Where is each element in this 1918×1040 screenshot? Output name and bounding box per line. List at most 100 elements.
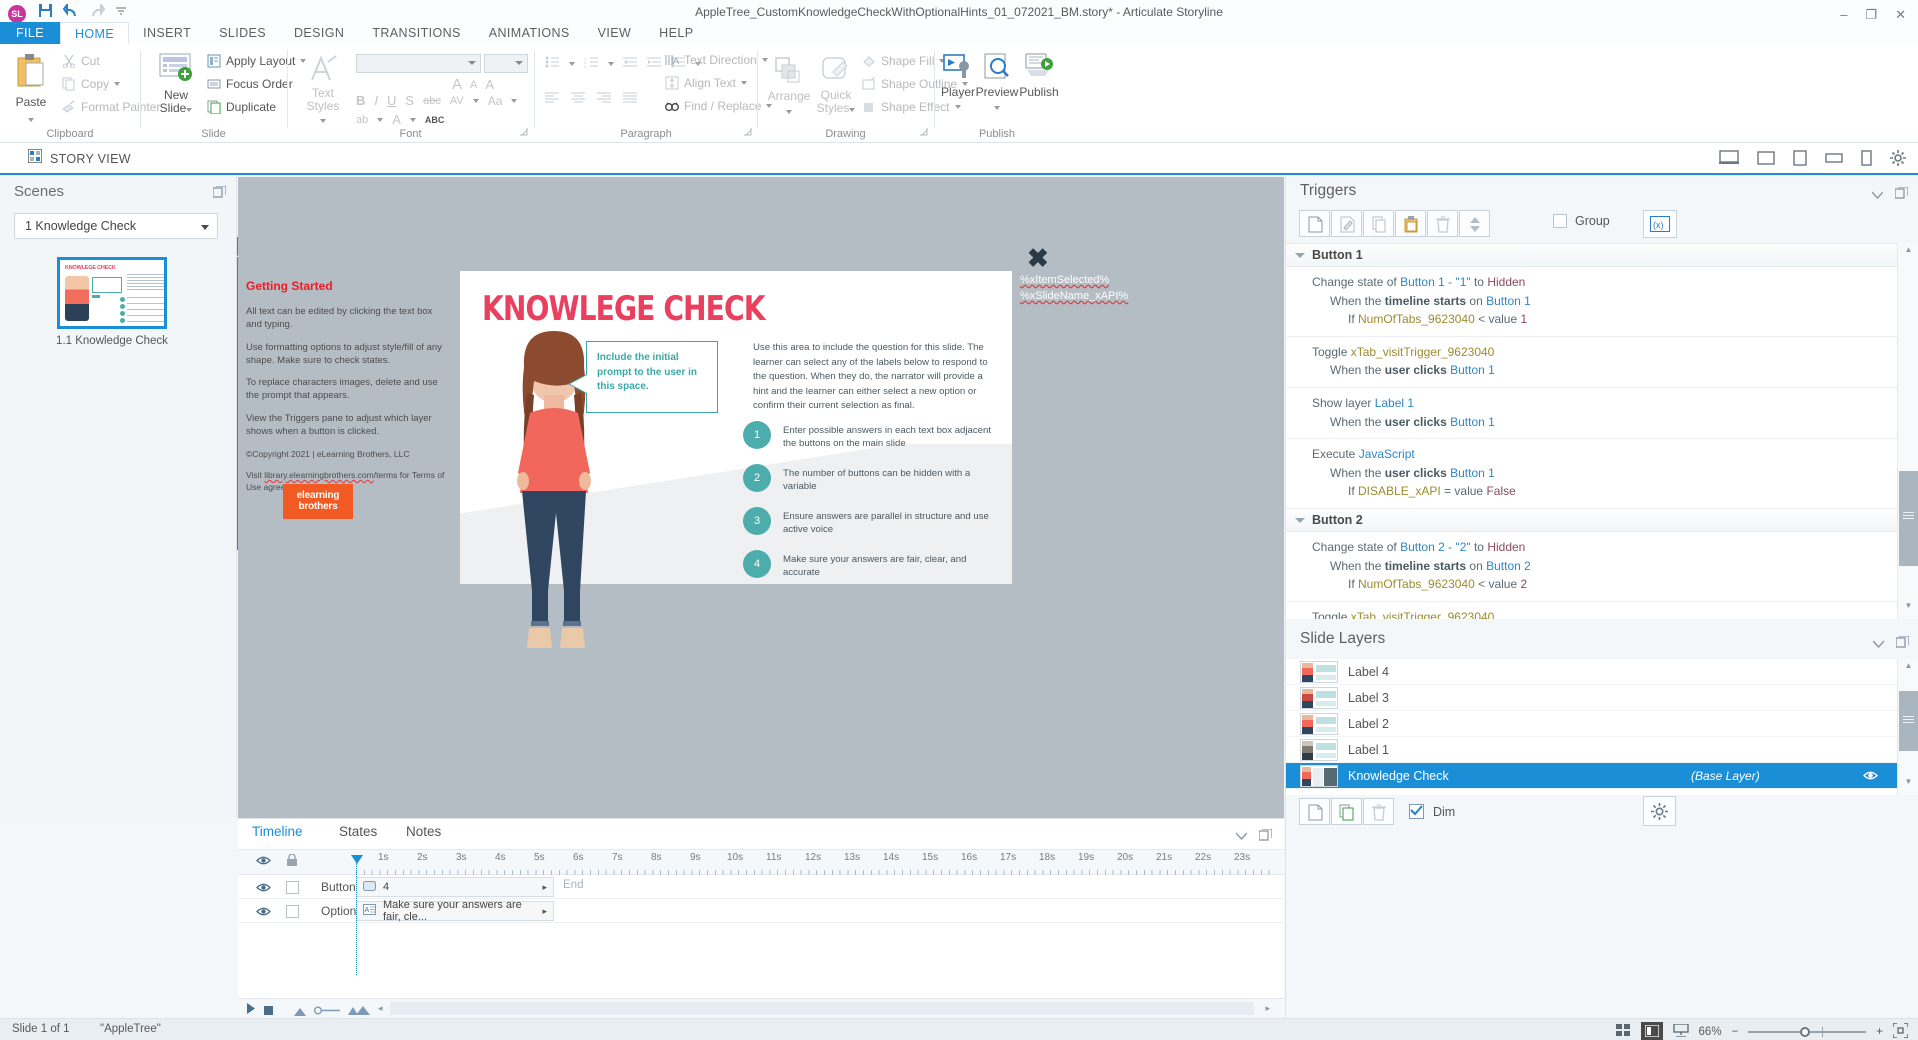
play-icon[interactable] bbox=[246, 1003, 256, 1017]
triggers-collapse-icon[interactable] bbox=[1872, 188, 1883, 202]
row-lock-checkbox[interactable] bbox=[286, 905, 299, 918]
timeline-zoom-slider[interactable] bbox=[314, 1004, 340, 1018]
step-item[interactable]: 3 Ensure answers are parallel in structu… bbox=[743, 507, 995, 537]
trigger-group-header[interactable]: Button 1 bbox=[1286, 244, 1898, 267]
change-case-button[interactable]: Aa bbox=[488, 94, 503, 108]
preview-dropdown-icon[interactable] bbox=[994, 106, 1000, 110]
color-dropdown-icon[interactable] bbox=[410, 118, 416, 122]
delete-trigger-button[interactable] bbox=[1427, 210, 1458, 237]
font-name-dropdown-icon[interactable] bbox=[468, 61, 476, 65]
layer-row[interactable]: Label 1 bbox=[1286, 737, 1898, 763]
scene-dropdown-chevron-icon[interactable] bbox=[201, 225, 209, 230]
decrease-indent-icon[interactable] bbox=[623, 56, 638, 71]
tablet-portrait-icon[interactable] bbox=[1793, 150, 1807, 169]
timeline-row[interactable]: Button 4 4 ▸ End bbox=[238, 875, 1284, 899]
zoom-slider[interactable] bbox=[1748, 1025, 1866, 1039]
bar-expand-icon[interactable]: ▸ bbox=[542, 882, 547, 893]
shadow-button[interactable]: S bbox=[405, 93, 414, 108]
layer-row-selected[interactable]: Knowledge Check (Base Layer) bbox=[1286, 763, 1898, 789]
normal-view-icon[interactable] bbox=[1641, 1022, 1663, 1040]
trigger-row[interactable]: Toggle xTab_visitTrigger_9623040 When th… bbox=[1286, 337, 1898, 388]
layers-scroll-up-icon[interactable]: ▲ bbox=[1900, 661, 1917, 677]
timeline-dock-icon[interactable] bbox=[1259, 829, 1272, 844]
numbering-icon[interactable]: 123 bbox=[584, 56, 599, 71]
timeline-hscrollbar[interactable] bbox=[390, 1002, 1254, 1015]
increase-indent-icon[interactable] bbox=[647, 56, 662, 71]
layer-row[interactable]: Label 4 bbox=[1286, 659, 1898, 685]
align-right-icon[interactable] bbox=[597, 92, 612, 107]
question-text[interactable]: Use this area to include the question fo… bbox=[753, 341, 995, 414]
paste-dropdown-icon[interactable] bbox=[28, 118, 34, 122]
trigger-row[interactable]: Change state of Button 2 - "2" to Hidden… bbox=[1286, 532, 1898, 602]
grid-view-icon[interactable] bbox=[1616, 1024, 1631, 1040]
group-collapse-icon[interactable] bbox=[1295, 253, 1305, 258]
ribbon-tab-file[interactable]: FILE bbox=[0, 22, 60, 44]
font-color-button[interactable]: A bbox=[392, 112, 401, 127]
slide-thumbnail[interactable]: KNOWLEGE CHECK bbox=[57, 257, 167, 329]
layer-row[interactable]: Label 2 bbox=[1286, 711, 1898, 737]
trigger-group-header[interactable]: Button 2 bbox=[1286, 509, 1898, 532]
group-checkbox[interactable] bbox=[1553, 214, 1567, 228]
timeline-scroll-left-icon[interactable]: ◂ bbox=[378, 1003, 383, 1014]
presenter-view-icon[interactable] bbox=[1673, 1024, 1689, 1040]
ribbon-tab-animations[interactable]: ANIMATIONS bbox=[475, 22, 584, 44]
new-layer-button[interactable] bbox=[1299, 798, 1330, 825]
zoom-out-timeline-icon[interactable] bbox=[348, 1004, 370, 1018]
text-highlight-button[interactable]: ab bbox=[356, 114, 368, 126]
text-styles-button[interactable]: TextStyles bbox=[296, 54, 350, 126]
minimize-button[interactable]: – bbox=[1840, 8, 1847, 21]
maximize-button[interactable]: ❐ bbox=[1865, 8, 1877, 21]
triggers-scroll-thumb[interactable] bbox=[1899, 471, 1918, 566]
new-slide-button[interactable]: NewSlide bbox=[151, 52, 201, 115]
timeline-bar[interactable]: A Make sure your answers are fair, cle..… bbox=[356, 901, 554, 921]
copy-dropdown-icon[interactable] bbox=[114, 82, 120, 86]
speech-bubble[interactable]: Include the initial prompt to the user i… bbox=[586, 341, 718, 413]
desktop-icon[interactable] bbox=[1719, 150, 1739, 168]
scroll-up-arrow-icon[interactable]: ▲ bbox=[1900, 245, 1917, 261]
align-left-icon[interactable] bbox=[545, 92, 560, 107]
ribbon-tab-home[interactable]: HOME bbox=[60, 22, 129, 44]
edit-trigger-button[interactable] bbox=[1331, 210, 1362, 237]
bullets-icon[interactable] bbox=[545, 56, 560, 71]
zoom-slider-knob[interactable] bbox=[1800, 1027, 1810, 1037]
layers-scroll-down-icon[interactable]: ▼ bbox=[1900, 777, 1917, 793]
new-trigger-button[interactable] bbox=[1299, 210, 1330, 237]
tab-timeline[interactable]: Timeline bbox=[252, 824, 303, 839]
triggers-dock-icon[interactable] bbox=[1895, 187, 1908, 202]
row-lock-checkbox[interactable] bbox=[286, 881, 299, 894]
slide-layers-list[interactable]: Label 4 Label 3 Label 2 Label 1 Knowledg… bbox=[1286, 659, 1898, 795]
layer-properties-button[interactable] bbox=[1643, 796, 1676, 826]
dim-checkbox[interactable] bbox=[1409, 804, 1424, 819]
align-center-icon[interactable] bbox=[571, 92, 586, 107]
justify-icon[interactable] bbox=[623, 92, 638, 107]
stop-icon[interactable] bbox=[264, 1004, 273, 1018]
zoom-in-button[interactable]: + bbox=[1876, 1026, 1883, 1038]
ribbon-tab-insert[interactable]: INSERT bbox=[129, 22, 205, 44]
variables-button[interactable]: (x) bbox=[1643, 210, 1677, 238]
ribbon-tab-slides[interactable]: SLIDES bbox=[205, 22, 280, 44]
layers-scroll-thumb[interactable] bbox=[1899, 691, 1918, 751]
layers-dock-icon[interactable] bbox=[1896, 636, 1909, 651]
align-text-dropdown-icon[interactable] bbox=[741, 81, 747, 85]
fit-to-window-icon[interactable] bbox=[1893, 1023, 1908, 1040]
shrink-font-icon[interactable]: A bbox=[470, 79, 477, 91]
italic-button[interactable]: I bbox=[374, 93, 378, 108]
layers-scrollbar[interactable]: ▲ ▼ bbox=[1897, 659, 1918, 795]
phone-landscape-icon[interactable] bbox=[1825, 152, 1843, 167]
phone-portrait-icon[interactable] bbox=[1861, 150, 1872, 169]
scenes-dock-icon[interactable] bbox=[213, 186, 226, 202]
timeline-eye-all-icon[interactable] bbox=[256, 855, 271, 869]
step-item[interactable]: 2 The number of buttons can be hidden wi… bbox=[743, 464, 995, 494]
tab-notes[interactable]: Notes bbox=[406, 824, 441, 839]
highlight-dropdown-icon[interactable] bbox=[377, 118, 383, 122]
font-name-input[interactable] bbox=[356, 54, 481, 73]
strikethrough-button[interactable]: abc bbox=[423, 95, 441, 107]
ribbon-tab-transitions[interactable]: TRANSITIONS bbox=[358, 22, 474, 44]
arrange-button[interactable]: Arrange bbox=[766, 56, 812, 117]
layer-row[interactable]: Label 3 bbox=[1286, 685, 1898, 711]
close-marker-icon[interactable]: ✖ bbox=[1027, 245, 1053, 271]
text-styles-dropdown-icon[interactable] bbox=[320, 119, 326, 123]
zoom-in-timeline-icon[interactable] bbox=[294, 1005, 306, 1019]
group-collapse-icon[interactable] bbox=[1295, 518, 1305, 523]
ribbon-tab-design[interactable]: DESIGN bbox=[280, 22, 358, 44]
